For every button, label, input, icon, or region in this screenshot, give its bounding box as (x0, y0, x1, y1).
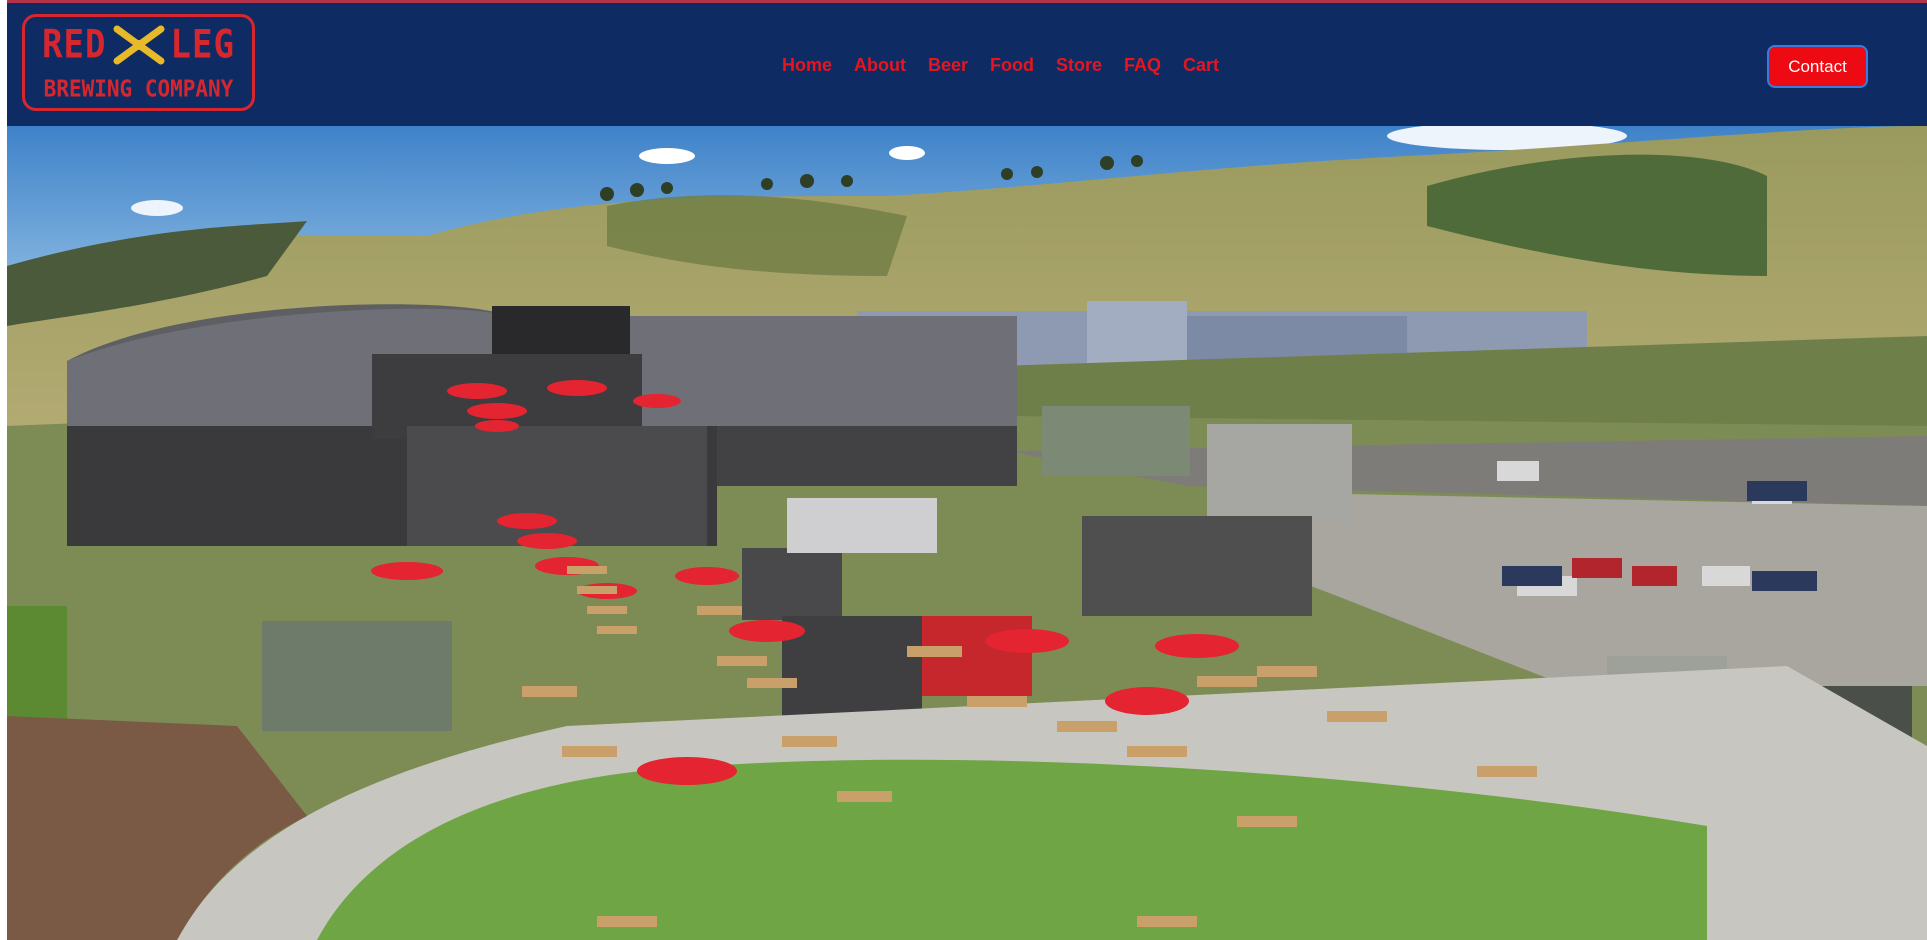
nav-link-cart[interactable]: Cart (1183, 53, 1219, 77)
contact-button[interactable]: Contact (1767, 45, 1868, 88)
main-nav: Home About Beer Food Store FAQ Cart (782, 53, 1241, 77)
nav-link-faq[interactable]: FAQ (1124, 53, 1161, 77)
crossed-cannons-icon (113, 25, 164, 65)
nav-link-beer[interactable]: Beer (928, 53, 968, 77)
hero-image (7, 126, 1927, 940)
logo-word-red: RED (42, 22, 107, 68)
nav-link-store[interactable]: Store (1056, 53, 1102, 77)
logo-tagline: BREWING COMPANY (43, 75, 234, 103)
aerial-brewery-photo-icon (7, 126, 1927, 940)
nav-link-home[interactable]: Home (782, 53, 832, 77)
logo-top-row: RED LEG (25, 22, 252, 68)
brand-logo[interactable]: RED LEG BREWING COMPANY (22, 14, 255, 111)
page-left-margin (0, 0, 7, 940)
nav-link-food[interactable]: Food (990, 53, 1034, 77)
page: RED LEG BREWING COMPANY Home About Beer … (7, 0, 1927, 940)
site-header: RED LEG BREWING COMPANY Home About Beer … (7, 3, 1927, 126)
logo-word-leg: LEG (170, 22, 235, 68)
nav-link-about[interactable]: About (854, 53, 906, 77)
